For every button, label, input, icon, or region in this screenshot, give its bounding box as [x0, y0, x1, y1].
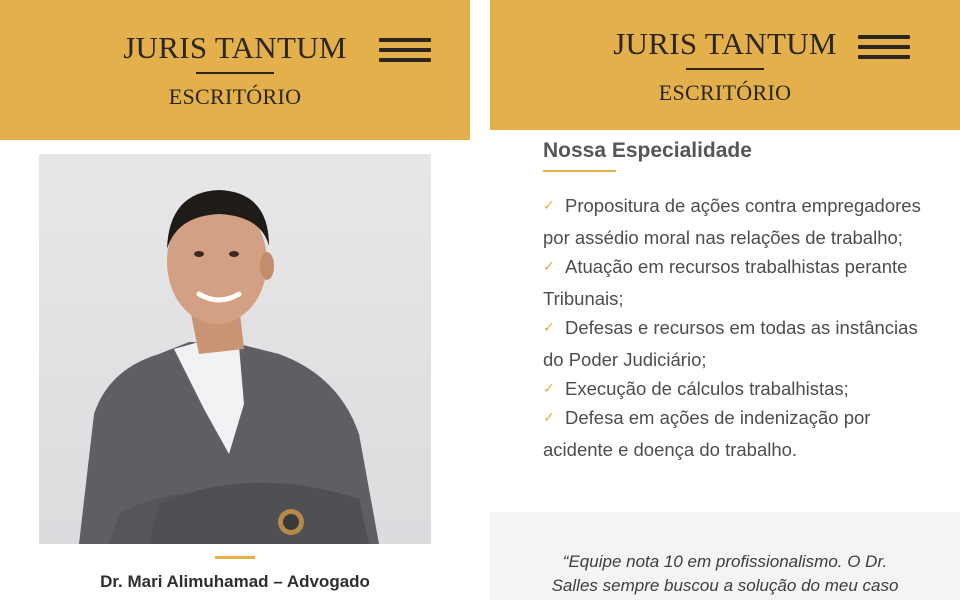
lawyer-photo: [39, 154, 431, 544]
specialty-heading: Nossa Especialidade: [543, 139, 752, 162]
profile-caption: Dr. Mari Alimuhamad – Advogado: [100, 572, 370, 591]
list-item: ✓ Atuação em recursos trabalhistas perant…: [543, 250, 933, 315]
check-icon: ✓: [543, 409, 555, 425]
left-screen: JURIS TANTUM ESCRITÓRIO Dr. Mari Alimuha…: [0, 0, 470, 600]
brand-title: JURIS TANTUM: [613, 26, 837, 61]
brand-divider: [196, 72, 274, 74]
site-logo[interactable]: JURIS TANTUM ESCRITÓRIO: [115, 30, 355, 110]
heading-underline: [543, 170, 616, 172]
list-item: ✓ Defesa em ações de indenização por acid…: [543, 401, 933, 466]
site-logo[interactable]: JURIS TANTUM ESCRITÓRIO: [605, 26, 845, 106]
check-icon: ✓: [543, 380, 555, 396]
site-header: JURIS TANTUM ESCRITÓRIO: [0, 0, 470, 140]
brand-subtitle: ESCRITÓRIO: [168, 84, 302, 109]
brand-title: JURIS TANTUM: [123, 30, 347, 65]
check-icon: ✓: [543, 197, 555, 213]
right-screen: JURIS TANTUM ESCRITÓRIO Nossa Especialid…: [490, 0, 960, 600]
hamburger-icon[interactable]: [379, 38, 431, 66]
brand-subtitle: ESCRITÓRIO: [658, 80, 792, 105]
check-icon: ✓: [543, 319, 555, 335]
brand-divider: [686, 68, 764, 70]
check-icon: ✓: [543, 258, 555, 274]
testimonial-quote: “Equipe nota 10 em profissionalismo. O D…: [551, 552, 899, 595]
list-item: ✓ Defesas e recursos em todas as instânci…: [543, 311, 933, 376]
specialty-list: ✓ Propositura de ações contra empregadore…: [543, 189, 933, 462]
list-item: ✓ Propositura de ações contra empregadore…: [543, 189, 933, 254]
caption-divider: [215, 556, 255, 559]
testimonial-section: “Equipe nota 10 em profissionalismo. O D…: [490, 512, 960, 600]
site-header: JURIS TANTUM ESCRITÓRIO: [490, 0, 960, 130]
hamburger-icon[interactable]: [858, 35, 910, 63]
